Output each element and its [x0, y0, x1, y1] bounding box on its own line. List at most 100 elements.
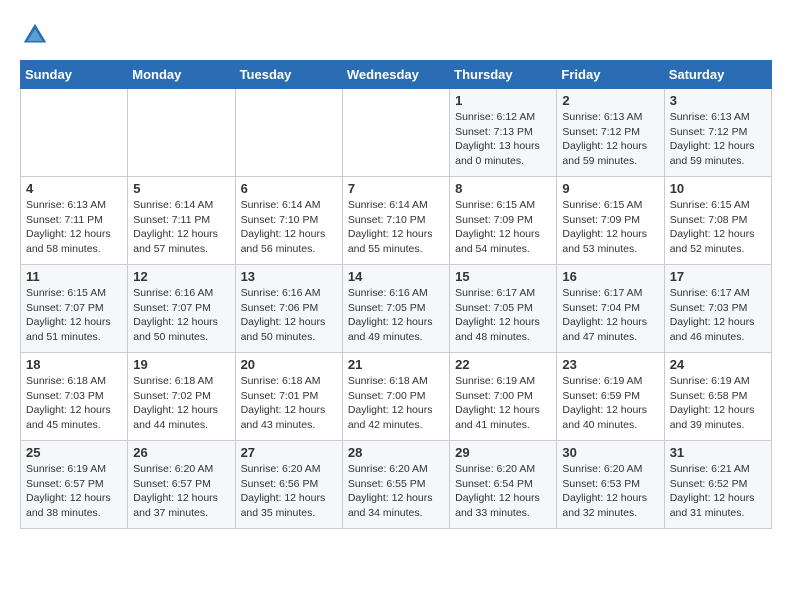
calendar-cell: 24 Sunrise: 6:19 AM Sunset: 6:58 PM Dayli… [664, 353, 771, 441]
calendar-cell: 1 Sunrise: 6:12 AM Sunset: 7:13 PM Daylig… [450, 89, 557, 177]
calendar-cell: 15 Sunrise: 6:17 AM Sunset: 7:05 PM Dayli… [450, 265, 557, 353]
day-header-monday: Monday [128, 61, 235, 89]
day-info: Sunrise: 6:17 AM Sunset: 7:05 PM Dayligh… [455, 286, 551, 345]
day-info: Sunrise: 6:19 AM Sunset: 6:57 PM Dayligh… [26, 462, 122, 521]
calendar-cell: 13 Sunrise: 6:16 AM Sunset: 7:06 PM Dayli… [235, 265, 342, 353]
day-number: 18 [26, 357, 122, 372]
calendar-cell: 23Sunrise: 6:19 AM Sunset: 6:59 PM Dayli… [557, 353, 664, 441]
calendar-cell: 10 Sunrise: 6:15 AM Sunset: 7:08 PM Dayli… [664, 177, 771, 265]
day-number: 24 [670, 357, 766, 372]
calendar-cell: 25 Sunrise: 6:19 AM Sunset: 6:57 PM Dayli… [21, 441, 128, 529]
day-number: 1 [455, 93, 551, 108]
day-info: Sunrise: 6:20 AM Sunset: 6:54 PM Dayligh… [455, 462, 551, 521]
day-info: Sunrise: 6:16 AM Sunset: 7:05 PM Dayligh… [348, 286, 444, 345]
day-number: 25 [26, 445, 122, 460]
day-number: 3 [670, 93, 766, 108]
day-info: Sunrise: 6:15 AM Sunset: 7:08 PM Dayligh… [670, 198, 766, 257]
calendar-cell: 8Sunrise: 6:15 AM Sunset: 7:09 PM Daylig… [450, 177, 557, 265]
calendar-cell: 4 Sunrise: 6:13 AM Sunset: 7:11 PM Daylig… [21, 177, 128, 265]
calendar-cell: 29 Sunrise: 6:20 AM Sunset: 6:54 PM Dayli… [450, 441, 557, 529]
day-number: 9 [562, 181, 658, 196]
day-header-friday: Friday [557, 61, 664, 89]
day-number: 13 [241, 269, 337, 284]
calendar-cell: 20 Sunrise: 6:18 AM Sunset: 7:01 PM Dayli… [235, 353, 342, 441]
week-row-1: 1 Sunrise: 6:12 AM Sunset: 7:13 PM Daylig… [21, 89, 772, 177]
calendar-cell: 21 Sunrise: 6:18 AM Sunset: 7:00 PM Dayli… [342, 353, 449, 441]
day-info: Sunrise: 6:20 AM Sunset: 6:55 PM Dayligh… [348, 462, 444, 521]
day-header-sunday: Sunday [21, 61, 128, 89]
calendar-cell: 7Sunrise: 6:14 AM Sunset: 7:10 PM Daylig… [342, 177, 449, 265]
days-header-row: SundayMondayTuesdayWednesdayThursdayFrid… [21, 61, 772, 89]
day-number: 11 [26, 269, 122, 284]
calendar-cell: 28 Sunrise: 6:20 AM Sunset: 6:55 PM Dayli… [342, 441, 449, 529]
calendar-cell [342, 89, 449, 177]
calendar-cell: 14 Sunrise: 6:16 AM Sunset: 7:05 PM Dayli… [342, 265, 449, 353]
logo-icon [20, 20, 50, 50]
page-header [20, 20, 772, 50]
day-number: 29 [455, 445, 551, 460]
day-info: Sunrise: 6:20 AM Sunset: 6:56 PM Dayligh… [241, 462, 337, 521]
day-info: Sunrise: 6:17 AM Sunset: 7:04 PM Dayligh… [562, 286, 658, 345]
week-row-4: 18 Sunrise: 6:18 AM Sunset: 7:03 PM Dayli… [21, 353, 772, 441]
day-number: 30 [562, 445, 658, 460]
day-info: Sunrise: 6:18 AM Sunset: 7:03 PM Dayligh… [26, 374, 122, 433]
day-number: 7 [348, 181, 444, 196]
day-number: 26 [133, 445, 229, 460]
calendar-cell [128, 89, 235, 177]
calendar-cell: 16 Sunrise: 6:17 AM Sunset: 7:04 PM Dayli… [557, 265, 664, 353]
day-info: Sunrise: 6:18 AM Sunset: 7:01 PM Dayligh… [241, 374, 337, 433]
day-number: 5 [133, 181, 229, 196]
day-info: Sunrise: 6:16 AM Sunset: 7:07 PM Dayligh… [133, 286, 229, 345]
day-number: 10 [670, 181, 766, 196]
day-info: Sunrise: 6:15 AM Sunset: 7:09 PM Dayligh… [455, 198, 551, 257]
calendar-cell: 19 Sunrise: 6:18 AM Sunset: 7:02 PM Dayli… [128, 353, 235, 441]
day-info: Sunrise: 6:15 AM Sunset: 7:09 PM Dayligh… [562, 198, 658, 257]
day-number: 16 [562, 269, 658, 284]
day-number: 20 [241, 357, 337, 372]
day-info: Sunrise: 6:15 AM Sunset: 7:07 PM Dayligh… [26, 286, 122, 345]
day-info: Sunrise: 6:13 AM Sunset: 7:12 PM Dayligh… [562, 110, 658, 169]
day-info: Sunrise: 6:13 AM Sunset: 7:11 PM Dayligh… [26, 198, 122, 257]
day-info: Sunrise: 6:14 AM Sunset: 7:10 PM Dayligh… [241, 198, 337, 257]
day-info: Sunrise: 6:17 AM Sunset: 7:03 PM Dayligh… [670, 286, 766, 345]
week-row-2: 4 Sunrise: 6:13 AM Sunset: 7:11 PM Daylig… [21, 177, 772, 265]
day-info: Sunrise: 6:21 AM Sunset: 6:52 PM Dayligh… [670, 462, 766, 521]
day-number: 4 [26, 181, 122, 196]
day-info: Sunrise: 6:14 AM Sunset: 7:11 PM Dayligh… [133, 198, 229, 257]
calendar-cell: 26 Sunrise: 6:20 AM Sunset: 6:57 PM Dayli… [128, 441, 235, 529]
day-number: 14 [348, 269, 444, 284]
calendar-cell: 2 Sunrise: 6:13 AM Sunset: 7:12 PM Daylig… [557, 89, 664, 177]
calendar-cell: 30Sunrise: 6:20 AM Sunset: 6:53 PM Dayli… [557, 441, 664, 529]
day-info: Sunrise: 6:18 AM Sunset: 7:02 PM Dayligh… [133, 374, 229, 433]
day-info: Sunrise: 6:12 AM Sunset: 7:13 PM Dayligh… [455, 110, 551, 169]
calendar-cell: 17 Sunrise: 6:17 AM Sunset: 7:03 PM Dayli… [664, 265, 771, 353]
calendar-cell [21, 89, 128, 177]
calendar-cell: 3Sunrise: 6:13 AM Sunset: 7:12 PM Daylig… [664, 89, 771, 177]
calendar-cell: 22 Sunrise: 6:19 AM Sunset: 7:00 PM Dayli… [450, 353, 557, 441]
calendar-cell: 5 Sunrise: 6:14 AM Sunset: 7:11 PM Daylig… [128, 177, 235, 265]
day-number: 31 [670, 445, 766, 460]
day-number: 2 [562, 93, 658, 108]
day-number: 23 [562, 357, 658, 372]
day-header-saturday: Saturday [664, 61, 771, 89]
calendar-table: SundayMondayTuesdayWednesdayThursdayFrid… [20, 60, 772, 529]
day-info: Sunrise: 6:16 AM Sunset: 7:06 PM Dayligh… [241, 286, 337, 345]
calendar-cell: 12 Sunrise: 6:16 AM Sunset: 7:07 PM Dayli… [128, 265, 235, 353]
day-info: Sunrise: 6:19 AM Sunset: 7:00 PM Dayligh… [455, 374, 551, 433]
day-header-thursday: Thursday [450, 61, 557, 89]
calendar-cell [235, 89, 342, 177]
day-number: 28 [348, 445, 444, 460]
day-number: 17 [670, 269, 766, 284]
day-number: 15 [455, 269, 551, 284]
logo [20, 20, 54, 50]
calendar-cell: 9 Sunrise: 6:15 AM Sunset: 7:09 PM Daylig… [557, 177, 664, 265]
calendar-cell: 6Sunrise: 6:14 AM Sunset: 7:10 PM Daylig… [235, 177, 342, 265]
day-info: Sunrise: 6:19 AM Sunset: 6:58 PM Dayligh… [670, 374, 766, 433]
day-number: 21 [348, 357, 444, 372]
day-info: Sunrise: 6:18 AM Sunset: 7:00 PM Dayligh… [348, 374, 444, 433]
day-number: 19 [133, 357, 229, 372]
day-info: Sunrise: 6:20 AM Sunset: 6:57 PM Dayligh… [133, 462, 229, 521]
day-number: 22 [455, 357, 551, 372]
day-number: 12 [133, 269, 229, 284]
calendar-cell: 18 Sunrise: 6:18 AM Sunset: 7:03 PM Dayli… [21, 353, 128, 441]
